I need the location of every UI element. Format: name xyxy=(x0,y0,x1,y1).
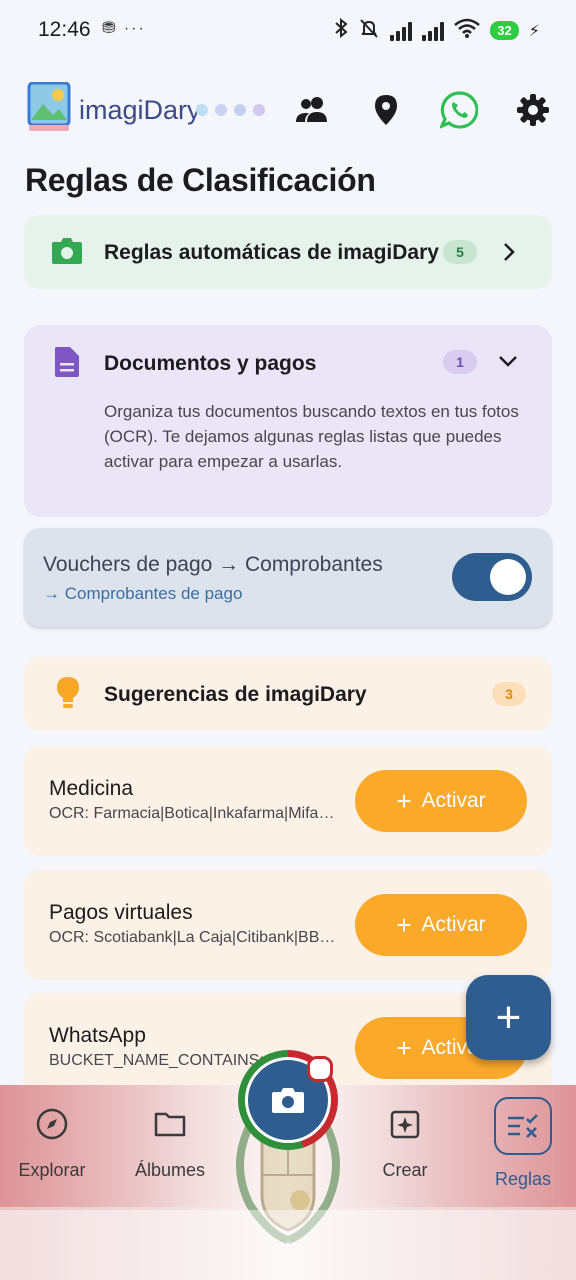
voucher-rule-toggle[interactable] xyxy=(452,553,532,601)
folder-icon xyxy=(153,1107,187,1146)
nav-item-albumes[interactable]: Álbumes xyxy=(115,1107,225,1181)
logo-dots xyxy=(196,104,265,116)
auto-rules-card[interactable]: Reglas automáticas de imagiDary 5 xyxy=(24,215,552,289)
logo-dot xyxy=(234,104,246,116)
location-pin-icon[interactable] xyxy=(366,90,406,130)
activate-button[interactable]: + Activar xyxy=(355,770,527,832)
plus-icon: + xyxy=(396,1033,412,1063)
rule-title: WhatsApp xyxy=(49,1024,146,1047)
rules-icon xyxy=(494,1097,552,1155)
sparkle-image-icon xyxy=(388,1107,422,1146)
battery-icon: 32 xyxy=(490,21,519,40)
wifi-icon xyxy=(454,18,481,43)
status-bar: 12:46 ⛃ ··· 32 ⚡ xyxy=(0,0,576,62)
charging-icon: ⚡ xyxy=(528,22,540,40)
nav-label: Crear xyxy=(382,1160,428,1180)
rule-title: Medicina xyxy=(49,777,134,800)
documents-label[interactable]: Documentos y pagos xyxy=(104,352,316,376)
suggested-rule-card: Pagos virtuales OCR: Scotiabank|La Caja|… xyxy=(24,870,552,980)
suggested-rule-card: Medicina OCR: Farmacia|Botica|Inkafarma|… xyxy=(24,746,552,856)
status-time: 12:46 xyxy=(38,18,91,41)
activate-button-label: Activar xyxy=(421,913,486,936)
chevron-down-icon[interactable] xyxy=(497,354,519,373)
plus-icon: + xyxy=(396,910,412,940)
lightbulb-icon xyxy=(56,676,80,715)
suggestions-card[interactable]: Sugerencias de imagiDary 3 xyxy=(24,657,552,731)
documents-card: Documentos y pagos 1 Organiza tus docume… xyxy=(24,325,552,517)
voucher-rule-card[interactable]: Vouchers de pago → Comprobantes → Compro… xyxy=(24,528,552,627)
activate-button[interactable]: + Activar xyxy=(355,894,527,956)
chevron-right-icon xyxy=(502,241,516,268)
toggle-knob xyxy=(490,559,526,595)
system-navigation-bar xyxy=(0,1210,576,1280)
award-badge-icon xyxy=(307,1056,333,1082)
suggestions-label: Sugerencias de imagiDary xyxy=(104,683,367,706)
document-icon[interactable] xyxy=(54,346,80,383)
activate-button-label: Activar xyxy=(421,789,486,812)
plus-icon: + xyxy=(396,786,412,816)
nav-label: Álbumes xyxy=(134,1160,206,1180)
documents-count-badge: 1 xyxy=(443,350,477,374)
logo-dot xyxy=(196,104,208,116)
voucher-rule-title: Vouchers de pago → Comprobantes xyxy=(43,553,383,576)
compass-icon xyxy=(35,1107,69,1146)
rule-subtitle: OCR: Scotiabank|La Caja|Citibank|BBVA xyxy=(49,929,339,946)
whatsapp-icon[interactable] xyxy=(439,90,479,130)
nav-item-explorar[interactable]: Explorar xyxy=(0,1107,107,1181)
camera-icon xyxy=(51,236,83,271)
rule-title: Pagos virtuales xyxy=(49,901,193,924)
page-title: Reglas de Clasificación xyxy=(25,162,376,198)
rule-subtitle: OCR: Farmacia|Botica|Inkafarma|Mifarma xyxy=(49,805,339,822)
status-right-icons: 32 ⚡ xyxy=(334,17,540,44)
mute-icon xyxy=(358,17,380,44)
gear-icon[interactable] xyxy=(513,90,553,130)
auto-rules-count-badge: 5 xyxy=(443,240,477,264)
signal-icon xyxy=(390,21,413,41)
auto-rules-label: Reglas automáticas de imagiDary xyxy=(104,241,439,264)
nav-label: Reglas xyxy=(494,1169,552,1189)
app-logo-icon xyxy=(26,81,74,134)
signal-icon xyxy=(422,21,445,41)
documents-description: Organiza tus documentos buscando textos … xyxy=(104,402,519,471)
voucher-rule-subtitle: → Comprobantes de pago xyxy=(43,584,243,603)
status-notification-icons: ⛃ ··· xyxy=(102,20,146,37)
app-logo-text: imagiDary xyxy=(79,95,201,125)
people-icon[interactable] xyxy=(292,90,332,130)
nav-item-reglas[interactable]: Reglas xyxy=(468,1097,576,1190)
nav-label: Explorar xyxy=(18,1160,86,1180)
bluetooth-icon xyxy=(334,17,348,43)
logo-dot xyxy=(215,104,227,116)
suggestions-count-badge: 3 xyxy=(492,682,526,706)
logo-dot xyxy=(253,104,265,116)
add-rule-fab[interactable]: + xyxy=(466,975,551,1060)
nav-item-crear[interactable]: Crear xyxy=(350,1107,460,1181)
